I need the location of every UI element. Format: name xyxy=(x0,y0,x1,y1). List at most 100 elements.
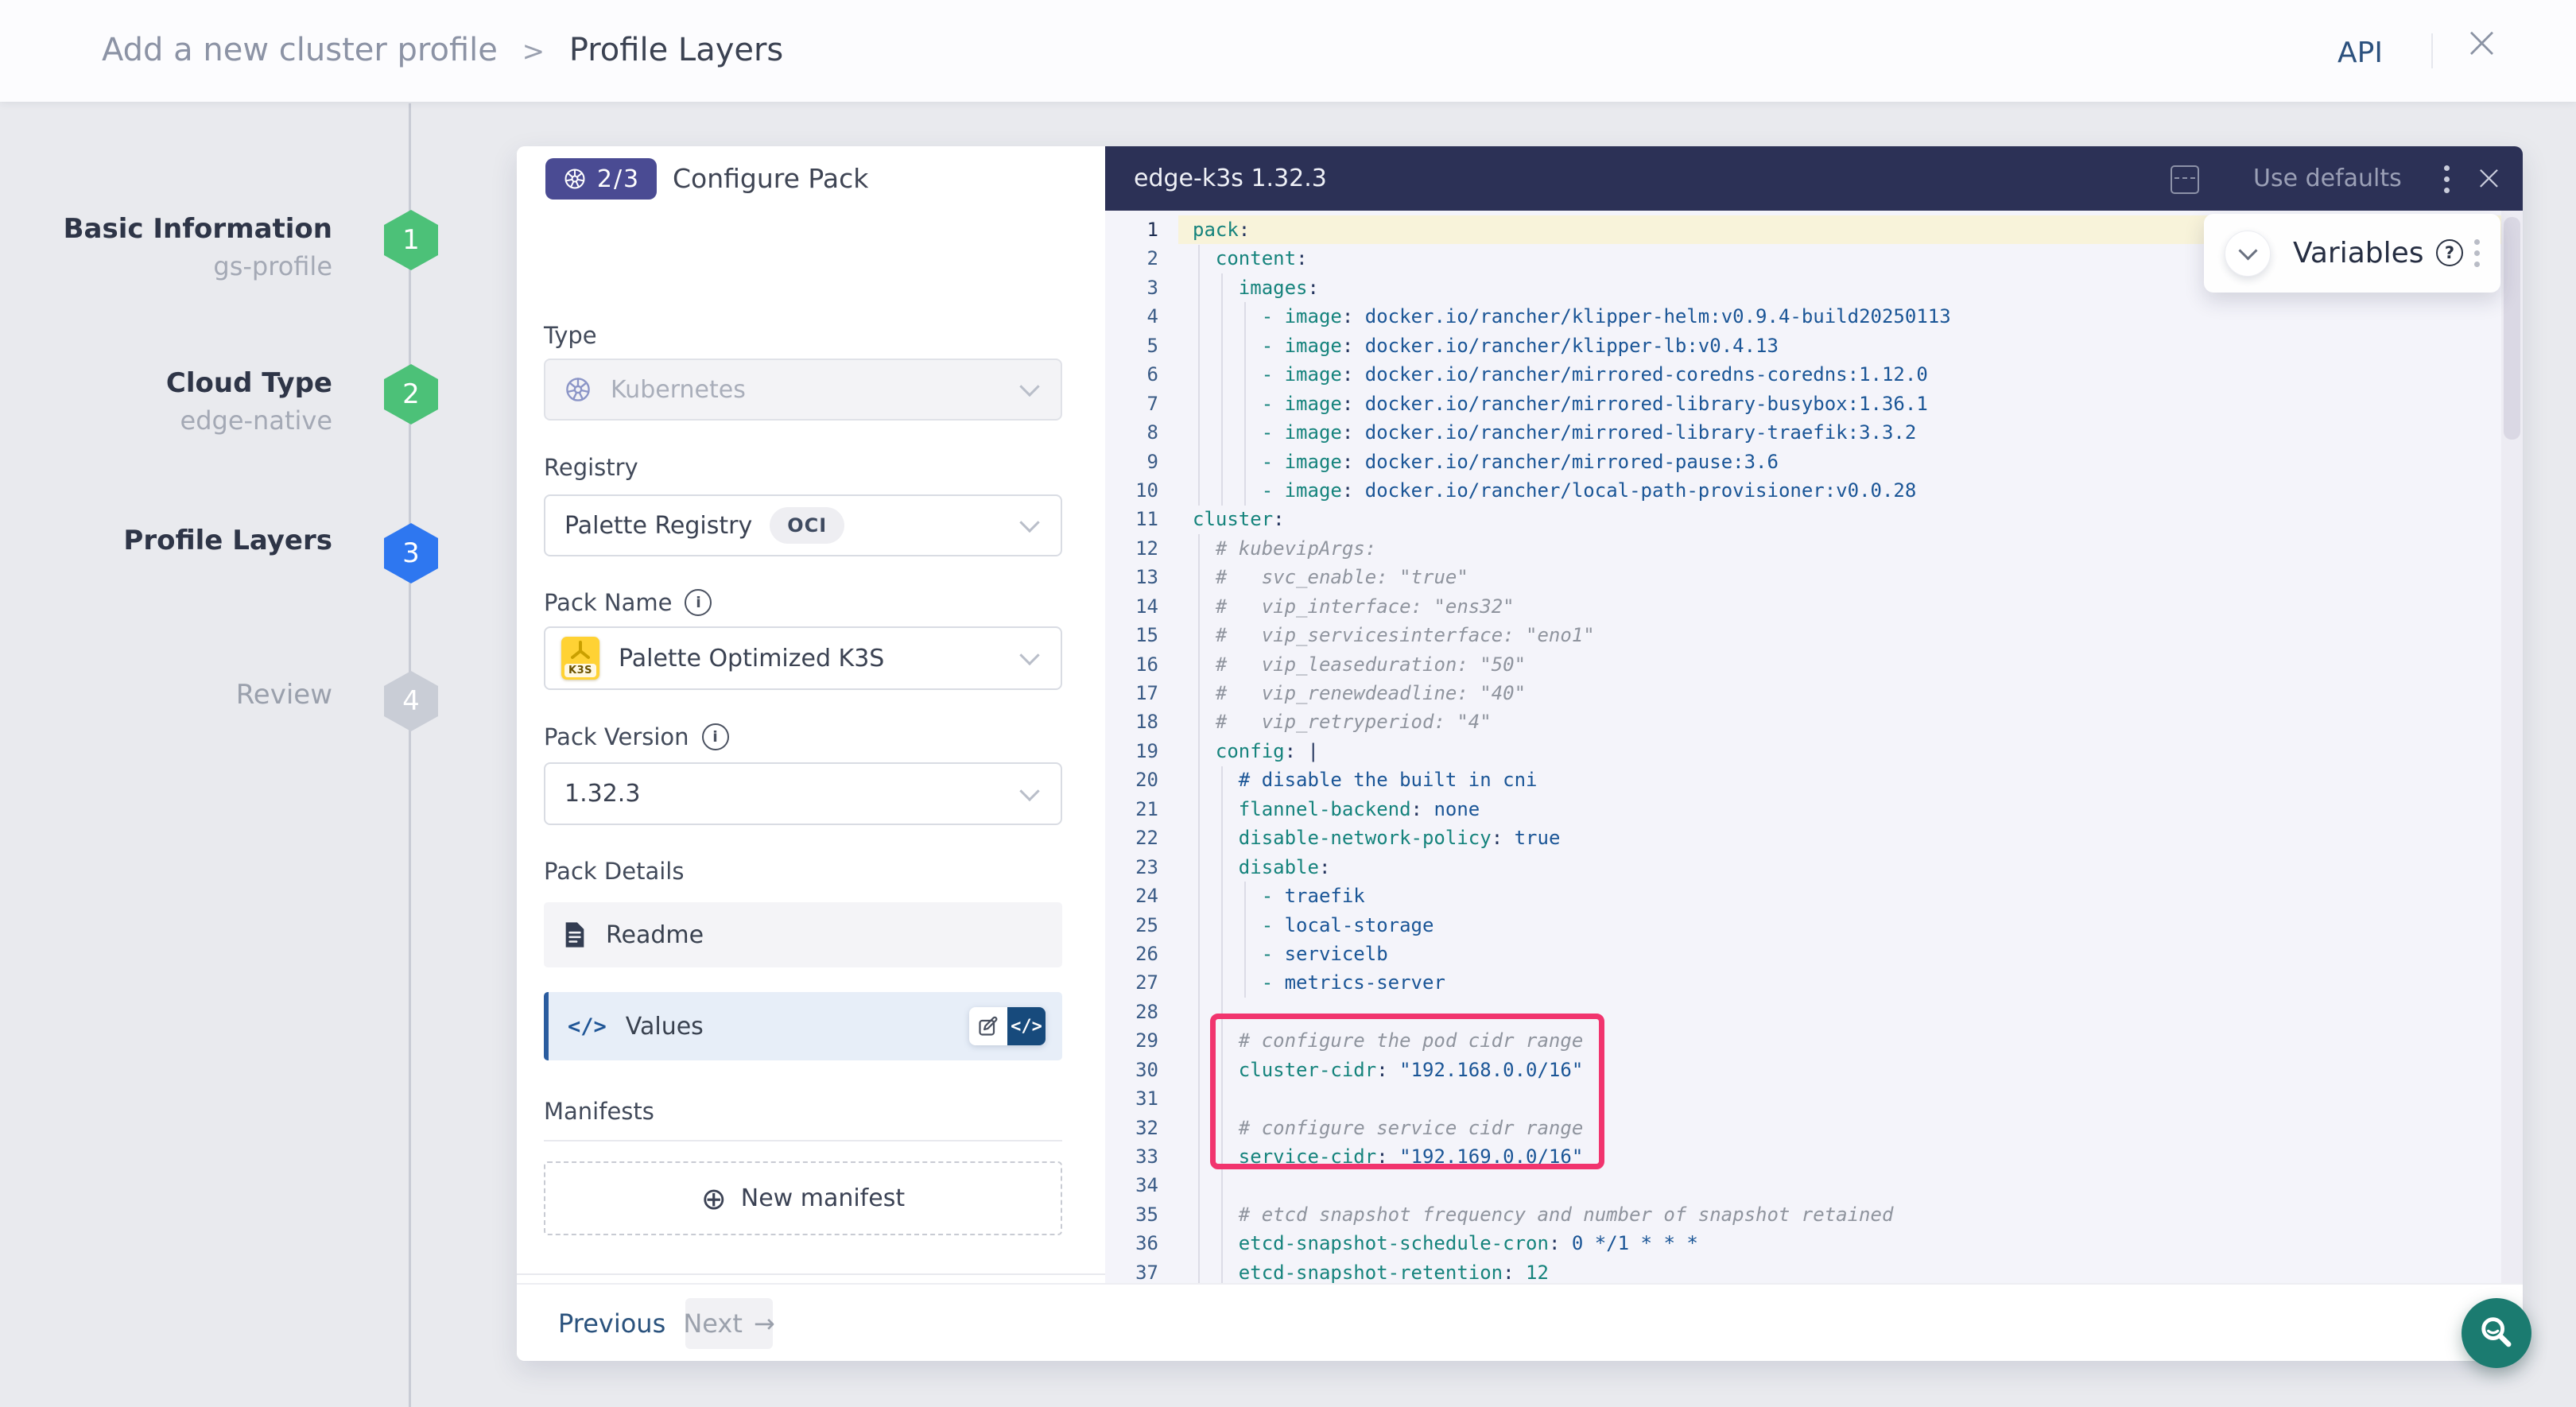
code-line[interactable]: 5 - image: docker.io/rancher/klipper-lb:… xyxy=(1105,331,2523,360)
pack-version-label: Pack Version i xyxy=(544,723,729,750)
split-view-icon[interactable] xyxy=(2171,165,2199,194)
code-line[interactable]: 10 - image: docker.io/rancher/local-path… xyxy=(1105,476,2523,505)
code-line[interactable]: 29 # configure the pod cidr range xyxy=(1105,1026,2523,1055)
search-icon xyxy=(2476,1312,2517,1354)
document-icon xyxy=(563,921,587,948)
step-title: Profile Layers xyxy=(123,525,332,556)
code-line[interactable]: 24 - traefik xyxy=(1105,882,2523,910)
code-line[interactable]: 20 # disable the built in cni xyxy=(1105,766,2523,794)
pack-details-label: Pack Details xyxy=(544,858,684,885)
new-manifest-label: New manifest xyxy=(741,1184,905,1212)
code-lines[interactable]: 1pack:2 content:3 images:4 - image: dock… xyxy=(1105,211,2523,1283)
code-line[interactable]: 31 xyxy=(1105,1084,2523,1113)
step-hexagon-3[interactable]: 3 xyxy=(384,523,438,583)
variables-panel: Variables ? xyxy=(2204,214,2500,293)
code-line[interactable]: 16 # vip_leaseduration: "50" xyxy=(1105,650,2523,679)
yaml-editor[interactable]: 1pack:2 content:3 images:4 - image: dock… xyxy=(1105,211,2523,1283)
code-line[interactable]: 13 # svc_enable: "true" xyxy=(1105,563,2523,591)
pack-details-values-tab[interactable]: </> Values </> xyxy=(544,992,1062,1060)
code-line[interactable]: 27 - metrics-server xyxy=(1105,968,2523,997)
code-line[interactable]: 26 - servicelb xyxy=(1105,940,2523,968)
pack-version-select[interactable]: 1.32.3 xyxy=(544,762,1062,825)
code-line[interactable]: 4 - image: docker.io/rancher/klipper-hel… xyxy=(1105,302,2523,331)
step-hexagon-4[interactable]: 4 xyxy=(384,671,438,731)
close-wizard-icon[interactable]: × xyxy=(2463,21,2500,65)
code-line[interactable]: 34 xyxy=(1105,1171,2523,1200)
type-label: Type xyxy=(544,322,597,349)
step-hexagon-2[interactable]: 2 xyxy=(384,364,438,424)
step-label-cloud-type[interactable]: Cloud Type xyxy=(166,367,332,399)
code-line[interactable]: 21 flannel-backend: none xyxy=(1105,795,2523,824)
code-line[interactable]: 15 # vip_servicesinterface: "eno1" xyxy=(1105,621,2523,649)
step-label-review[interactable]: Review xyxy=(236,679,332,711)
code-icon: </> xyxy=(568,1014,607,1039)
wizard-footer: Previous Next → xyxy=(517,1283,2523,1361)
code-line[interactable]: 18 # vip_retryperiod: "4" xyxy=(1105,707,2523,736)
variables-menu-icon[interactable] xyxy=(2474,239,2480,267)
kubernetes-wheel-icon xyxy=(563,374,593,405)
code-line[interactable]: 32 # configure service cidr range xyxy=(1105,1114,2523,1142)
code-line[interactable]: 9 - image: docker.io/rancher/mirrored-pa… xyxy=(1105,448,2523,476)
info-icon[interactable]: i xyxy=(702,723,729,750)
code-line[interactable]: 28 xyxy=(1105,998,2523,1026)
code-line[interactable]: 37 etcd-snapshot-retention: 12 xyxy=(1105,1258,2523,1283)
readme-tab-label: Readme xyxy=(606,921,704,949)
code-line[interactable]: 35 # etcd snapshot frequency and number … xyxy=(1105,1200,2523,1229)
next-button[interactable]: Next → xyxy=(685,1298,773,1349)
step-sublabel-cloud-type: edge-native xyxy=(180,405,333,436)
pack-name-label: Pack Name i xyxy=(544,589,712,616)
step-label-basic-information[interactable]: Basic Information xyxy=(64,213,332,245)
code-editor-toggle-button[interactable]: </> xyxy=(1007,1007,1046,1045)
pack-name-select[interactable]: K3S Palette Optimized K3S xyxy=(544,626,1062,690)
top-bar: Add a new cluster profile > Profile Laye… xyxy=(0,0,2576,102)
search-fab-button[interactable] xyxy=(2462,1298,2531,1368)
breadcrumb-separator-icon: > xyxy=(522,36,545,68)
code-line[interactable]: 7 - image: docker.io/rancher/mirrored-li… xyxy=(1105,390,2523,418)
code-line[interactable]: 33 service-cidr: "192.169.0.0/16" xyxy=(1105,1142,2523,1171)
chevron-down-icon xyxy=(1019,377,1039,397)
pack-details-readme-tab[interactable]: Readme xyxy=(544,902,1062,967)
code-line[interactable]: 11cluster: xyxy=(1105,505,2523,533)
code-line[interactable]: 17 # vip_renewdeadline: "40" xyxy=(1105,679,2523,707)
info-icon[interactable]: i xyxy=(685,589,712,616)
new-manifest-button[interactable]: ⊕ New manifest xyxy=(544,1161,1062,1235)
pack-name-value: Palette Optimized K3S xyxy=(619,645,884,672)
chevron-down-icon xyxy=(1019,513,1039,533)
edit-values-button[interactable] xyxy=(969,1007,1007,1045)
editor-close-icon[interactable]: × xyxy=(2474,157,2504,200)
code-line[interactable]: 19 config: | xyxy=(1105,737,2523,766)
api-button[interactable]: API xyxy=(2337,37,2383,69)
arrow-right-icon: → xyxy=(754,1308,775,1339)
code-line[interactable]: 12 # kubevipArgs: xyxy=(1105,534,2523,563)
breadcrumb-parent[interactable]: Add a new cluster profile xyxy=(102,32,498,68)
type-value: Kubernetes xyxy=(611,376,746,404)
use-defaults-button[interactable]: Use defaults xyxy=(2253,146,2402,211)
code-line[interactable]: 30 cluster-cidr: "192.168.0.0/16" xyxy=(1105,1056,2523,1084)
code-line[interactable]: 36 etcd-snapshot-schedule-cron: 0 */1 * … xyxy=(1105,1229,2523,1258)
registry-select[interactable]: Palette Registry OCI xyxy=(544,494,1062,556)
k3s-pack-icon: K3S xyxy=(561,637,599,680)
editor-scrollbar[interactable] xyxy=(2501,211,2523,1283)
registry-label: Registry xyxy=(544,454,638,481)
plus-circle-icon: ⊕ xyxy=(701,1184,727,1214)
code-line[interactable]: 14 # vip_interface: "ens32" xyxy=(1105,592,2523,621)
step-hexagon-1[interactable]: 1 xyxy=(384,210,438,270)
chevron-down-icon xyxy=(2238,241,2257,260)
add-cluster-profile-screen: Basic Information gs-profile 1 Cloud Typ… xyxy=(0,0,2576,1407)
previous-button[interactable]: Previous xyxy=(558,1285,665,1361)
scrollbar-thumb[interactable] xyxy=(2504,217,2520,440)
variables-expand-button[interactable] xyxy=(2225,231,2271,277)
code-line[interactable]: 6 - image: docker.io/rancher/mirrored-co… xyxy=(1105,360,2523,389)
code-line[interactable]: 25 - local-storage xyxy=(1105,911,2523,940)
kubernetes-wheel-icon xyxy=(562,166,588,192)
editor-title: edge-k3s 1.32.3 xyxy=(1134,146,1327,211)
type-select[interactable]: Kubernetes xyxy=(544,359,1062,421)
help-icon[interactable]: ? xyxy=(2436,239,2463,266)
code-line[interactable]: 23 disable: xyxy=(1105,853,2523,882)
code-line[interactable]: 22 disable-network-policy: true xyxy=(1105,824,2523,852)
step-label-profile-layers[interactable]: Profile Layers xyxy=(123,525,332,556)
step-progress: 2/3 xyxy=(597,165,640,193)
code-line[interactable]: 8 - image: docker.io/rancher/mirrored-li… xyxy=(1105,418,2523,447)
editor-menu-icon[interactable] xyxy=(2444,165,2450,193)
step-sublabel-basic-information: gs-profile xyxy=(213,251,332,281)
